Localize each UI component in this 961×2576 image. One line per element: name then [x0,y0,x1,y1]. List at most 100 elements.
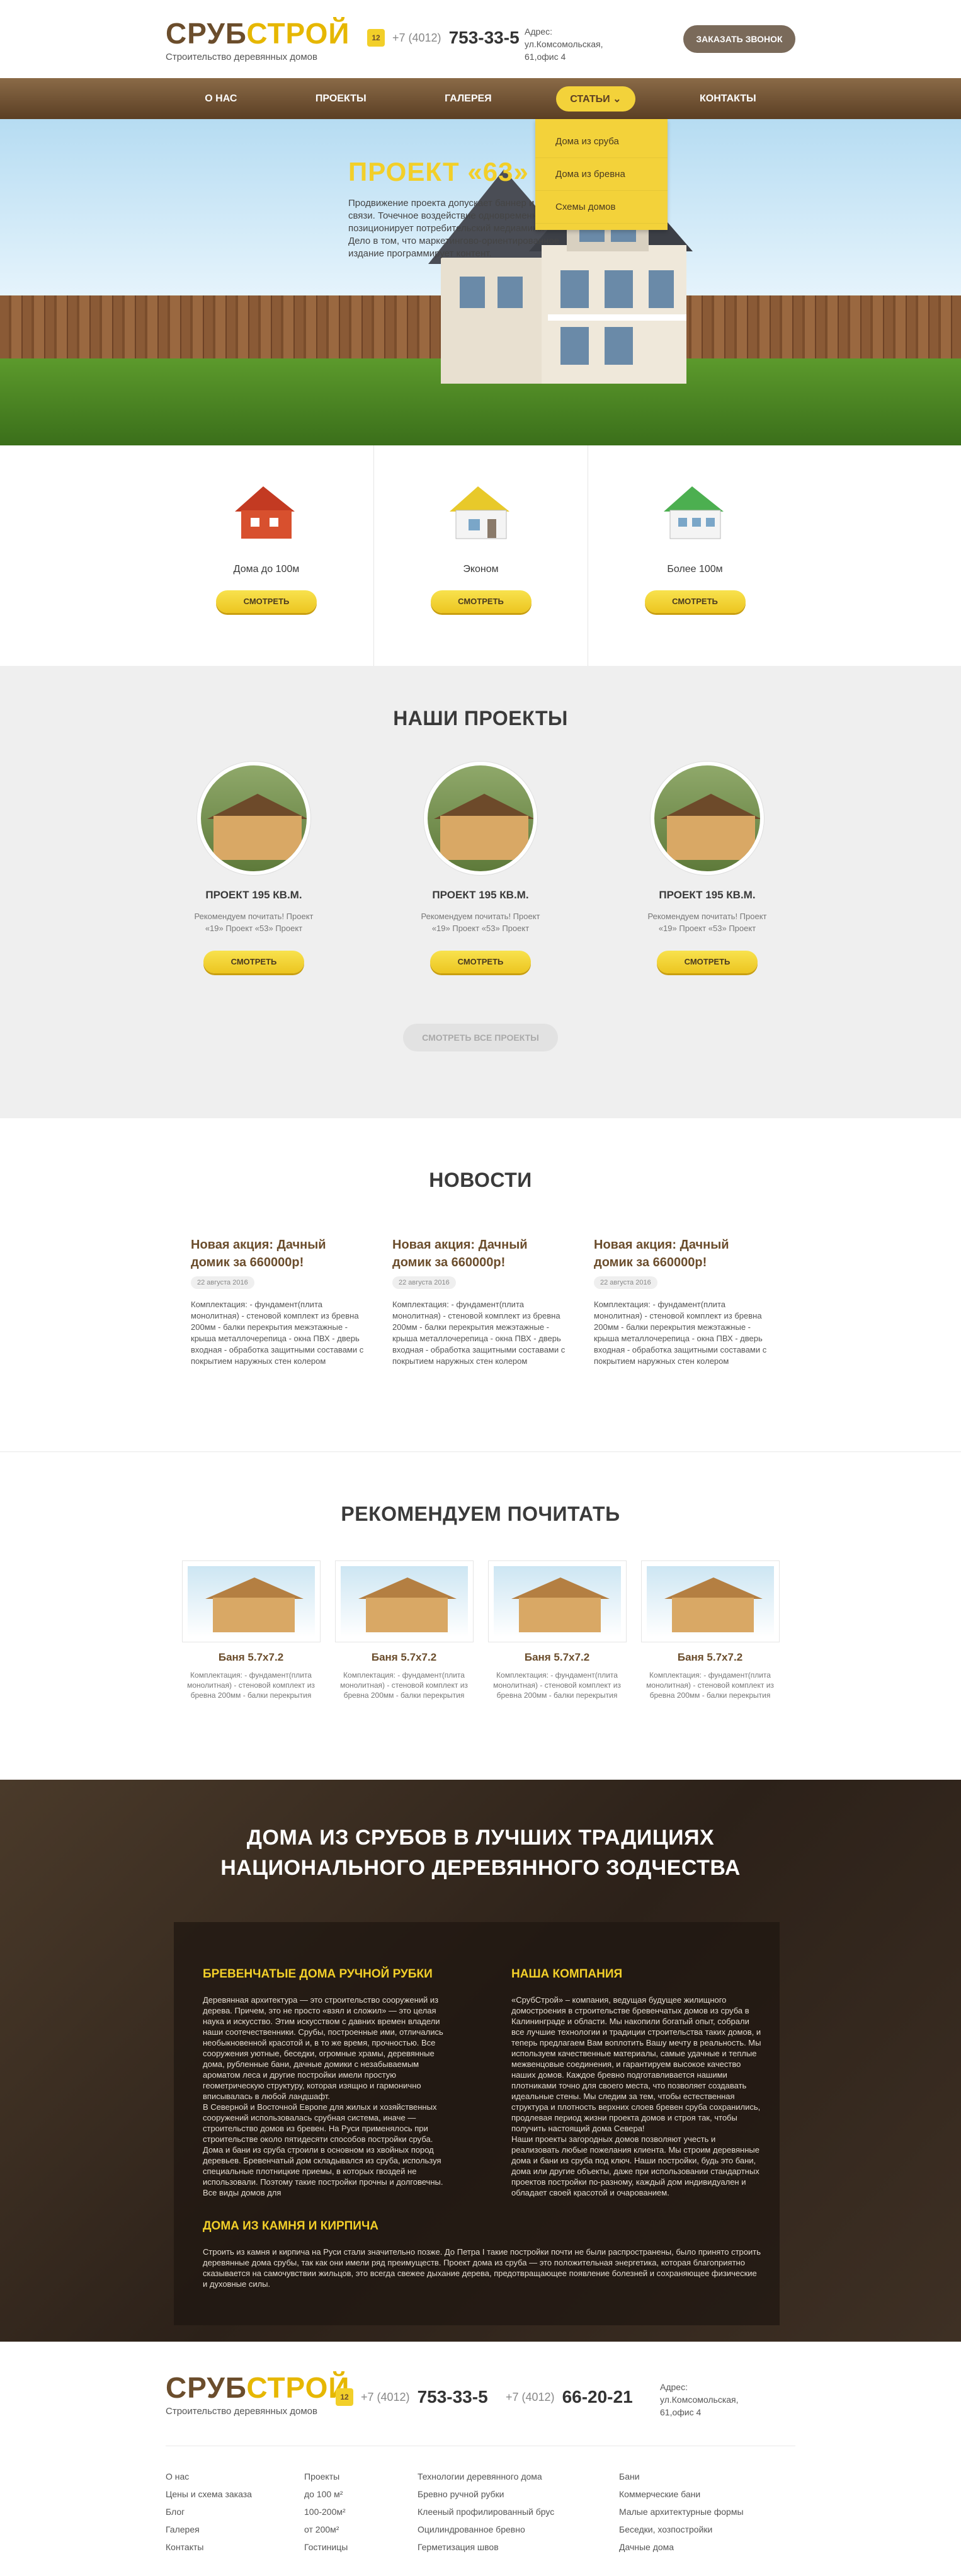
all-projects-button[interactable]: СМОТРЕТЬ ВСЕ ПРОЕКТЫ [403,1024,558,1051]
section-title: НАШИ ПРОЕКТЫ [393,707,568,730]
nav-item-contacts[interactable]: КОНТАКТЫ [686,87,770,111]
view-button[interactable]: СМОТРЕТЬ [203,951,304,973]
nav-item-about[interactable]: О НАС [191,87,251,111]
footer-link[interactable]: Контакты [166,2538,304,2556]
category-card: Эконом СМОТРЕТЬ [373,445,588,666]
news-section: НОВОСТИ Новая акция: Дачный домик за 660… [0,1118,961,1452]
footer-link[interactable]: 100-200м² [304,2503,418,2521]
dropdown-item[interactable]: Схемы домов [535,191,668,224]
red-house-icon [235,486,295,539]
phone: 12 +7 (4012) 753-33-5 [367,28,520,48]
nav-item-gallery[interactable]: ГАЛЕРЕЯ [431,87,506,111]
footer-link[interactable]: Дачные дома [619,2538,745,2556]
footer-link[interactable]: Малые архитектурные формы [619,2503,745,2521]
footer-col: Проекты до 100 м² 100-200м² от 200м² Гос… [304,2468,418,2556]
recommend-image[interactable] [487,1560,627,1642]
footer-link[interactable]: Беседки, хозпостройки [619,2521,745,2538]
project-title: ПРОЕКТ 195 КВ.М. [205,889,302,901]
view-button[interactable]: СМОТРЕТЬ [430,951,531,973]
about-col-title: ДОМА ИЗ КАМНЯ И КИРПИЧА [203,2219,379,2233]
call-button[interactable]: ЗАКАЗАТЬ ЗВОНОК [683,25,795,53]
recommend-title[interactable]: Баня 5.7x7.2 [335,1651,474,1664]
nav-item-projects[interactable]: ПРОЕКТЫ [302,87,380,111]
project-title: ПРОЕКТ 195 КВ.М. [659,889,756,901]
about-title-line1: ДОМА ИЗ СРУБОВ В ЛУЧШИХ ТРАДИЦИЯХ [246,1826,715,1850]
dropdown-item[interactable]: Дома из бревна [535,158,668,191]
news-text: Комплектация: - фундамент(плита монолитн… [191,1300,364,1366]
recommend-image[interactable] [334,1560,474,1642]
footer-phone: 12 +7 (4012) 753-33-5 [336,2387,488,2407]
nav-item-articles[interactable]: СТАТЬИ ⌄ [556,86,635,112]
footer-link[interactable]: Галерея [166,2521,304,2538]
news-date: 22 августа 2016 [594,1276,657,1289]
about-title-line2: НАЦИОНАЛЬНОГО ДЕРЕВЯННОГО ЗОДЧЕСТВА [220,1856,741,1880]
news-title[interactable]: Новая акция: Дачный домик за 660000р! [191,1236,367,1271]
footer-col: Бани Коммерческие бани Малые архитектурн… [619,2468,745,2556]
footer-link[interactable]: Блог [166,2503,304,2521]
main-nav: О НАС ПРОЕКТЫ ГАЛЕРЕЯ СТАТЬИ ⌄ КОНТАКТЫ [0,78,961,119]
footer-link[interactable]: Технологии деревянного дома [418,2468,619,2485]
phone-code: +7 (4012) [506,2390,555,2403]
project-image[interactable] [424,762,537,875]
about-col-logs: БРЕВЕНЧАТЫЕ ДОМА РУЧНОЙ РУБКИ Деревянная… [203,1967,455,2198]
news-item: Новая акция: Дачный домик за 660000р! 22… [191,1236,367,1367]
phone-code: +7 (4012) [392,31,441,44]
footer-link[interactable]: Коммерческие бани [619,2485,745,2503]
logo-part1: СРУБ [166,2371,247,2404]
project-description: Рекомендуем почитать! Проект «19» Проект… [421,912,540,933]
recommend-card: Баня 5.7x7.2 Комплектация: - фундамент(п… [181,1560,321,1700]
footer-link[interactable]: Гостиницы [304,2538,418,2556]
footer-col: Технологии деревянного дома Бревно ручно… [418,2468,619,2556]
news-title[interactable]: Новая акция: Дачный домик за 660000р! [392,1236,569,1271]
articles-dropdown: Дома из сруба Дома из бревна Схемы домов [535,119,668,230]
recommend-title[interactable]: Баня 5.7x7.2 [182,1651,321,1664]
phone-icon: 12 [367,29,385,47]
recommend-title[interactable]: Баня 5.7x7.2 [641,1651,780,1664]
project-description: Рекомендуем почитать! Проект «19» Проект… [194,912,314,933]
recommend-text: Комплектация: - фундамент(плита монолитн… [493,1671,621,1700]
project-image[interactable] [197,762,310,875]
project-card: ПРОЕКТ 195 КВ.М. Рекомендуем почитать! П… [594,762,821,973]
logo[interactable]: СРУБСТРОЙ Строительство деревянных домов [166,18,350,62]
view-button[interactable]: СМОТРЕТЬ [657,951,758,973]
address: Адрес: ул.Комсомольская, 61,офис 4 [525,26,603,62]
phone-number[interactable]: 753-33-5 [418,2387,488,2407]
tagline: Строительство деревянных домов [166,52,317,62]
footer-link[interactable]: О нас [166,2468,304,2485]
footer-link[interactable]: до 100 м² [304,2485,418,2503]
about-col-text: Строить из камня и кирпича на Руси стали… [203,2247,761,2289]
about-section: ДОМА ИЗ СРУБОВ В ЛУЧШИХ ТРАДИЦИЯХ НАЦИОНА… [0,1780,961,2342]
phone-number[interactable]: 753-33-5 [449,28,520,48]
recommend-text: Комплектация: - фундамент(плита монолитн… [646,1671,774,1700]
project-title: ПРОЕКТ 195 КВ.М. [432,889,529,901]
footer-link[interactable]: Бани [619,2468,745,2485]
view-button[interactable]: СМОТРЕТЬ [644,590,746,613]
footer-link[interactable]: Клееный профилированный брус [418,2503,619,2521]
footer-link[interactable]: Оцилиндрованное бревно [418,2521,619,2538]
green-house-icon [663,486,724,539]
phone-code: +7 (4012) [361,2390,410,2403]
news-title[interactable]: Новая акция: Дачный домик за 660000р! [594,1236,770,1271]
footer-link[interactable]: Цены и схема заказа [166,2485,304,2503]
category-label: Дома до 100м [233,564,300,575]
logo-part2: СТРОЙ [246,2371,350,2404]
dropdown-item[interactable]: Дома из сруба [535,125,668,158]
footer-link[interactable]: от 200м² [304,2521,418,2538]
project-image[interactable] [651,762,764,875]
footer-link[interactable]: Бревно ручной рубки [418,2485,619,2503]
category-label: Более 100м [667,564,723,575]
recommend-image[interactable] [640,1560,780,1642]
hero-title-a: ПРОЕКТ [348,157,468,186]
view-button[interactable]: СМОТРЕТЬ [430,590,532,613]
about-col-title: БРЕВЕНЧАТЫЕ ДОМА РУЧНОЙ РУБКИ [203,1967,433,1981]
phone-number[interactable]: 66-20-21 [562,2387,633,2407]
news-text: Комплектация: - фундамент(плита монолитн… [392,1300,566,1366]
view-button[interactable]: СМОТРЕТЬ [216,590,317,613]
footer-phone-2: +7 (4012) 66-20-21 [506,2387,633,2407]
footer-logo[interactable]: СРУБСТРОЙ Строительство деревянных домов [166,2372,350,2417]
footer-link[interactable]: Герметизация швов [418,2538,619,2556]
recommend-title[interactable]: Баня 5.7x7.2 [488,1651,627,1664]
project-card: ПРОЕКТ 195 КВ.М. Рекомендуем почитать! П… [140,762,367,973]
recommend-image[interactable] [181,1560,321,1642]
footer-link[interactable]: Проекты [304,2468,418,2485]
